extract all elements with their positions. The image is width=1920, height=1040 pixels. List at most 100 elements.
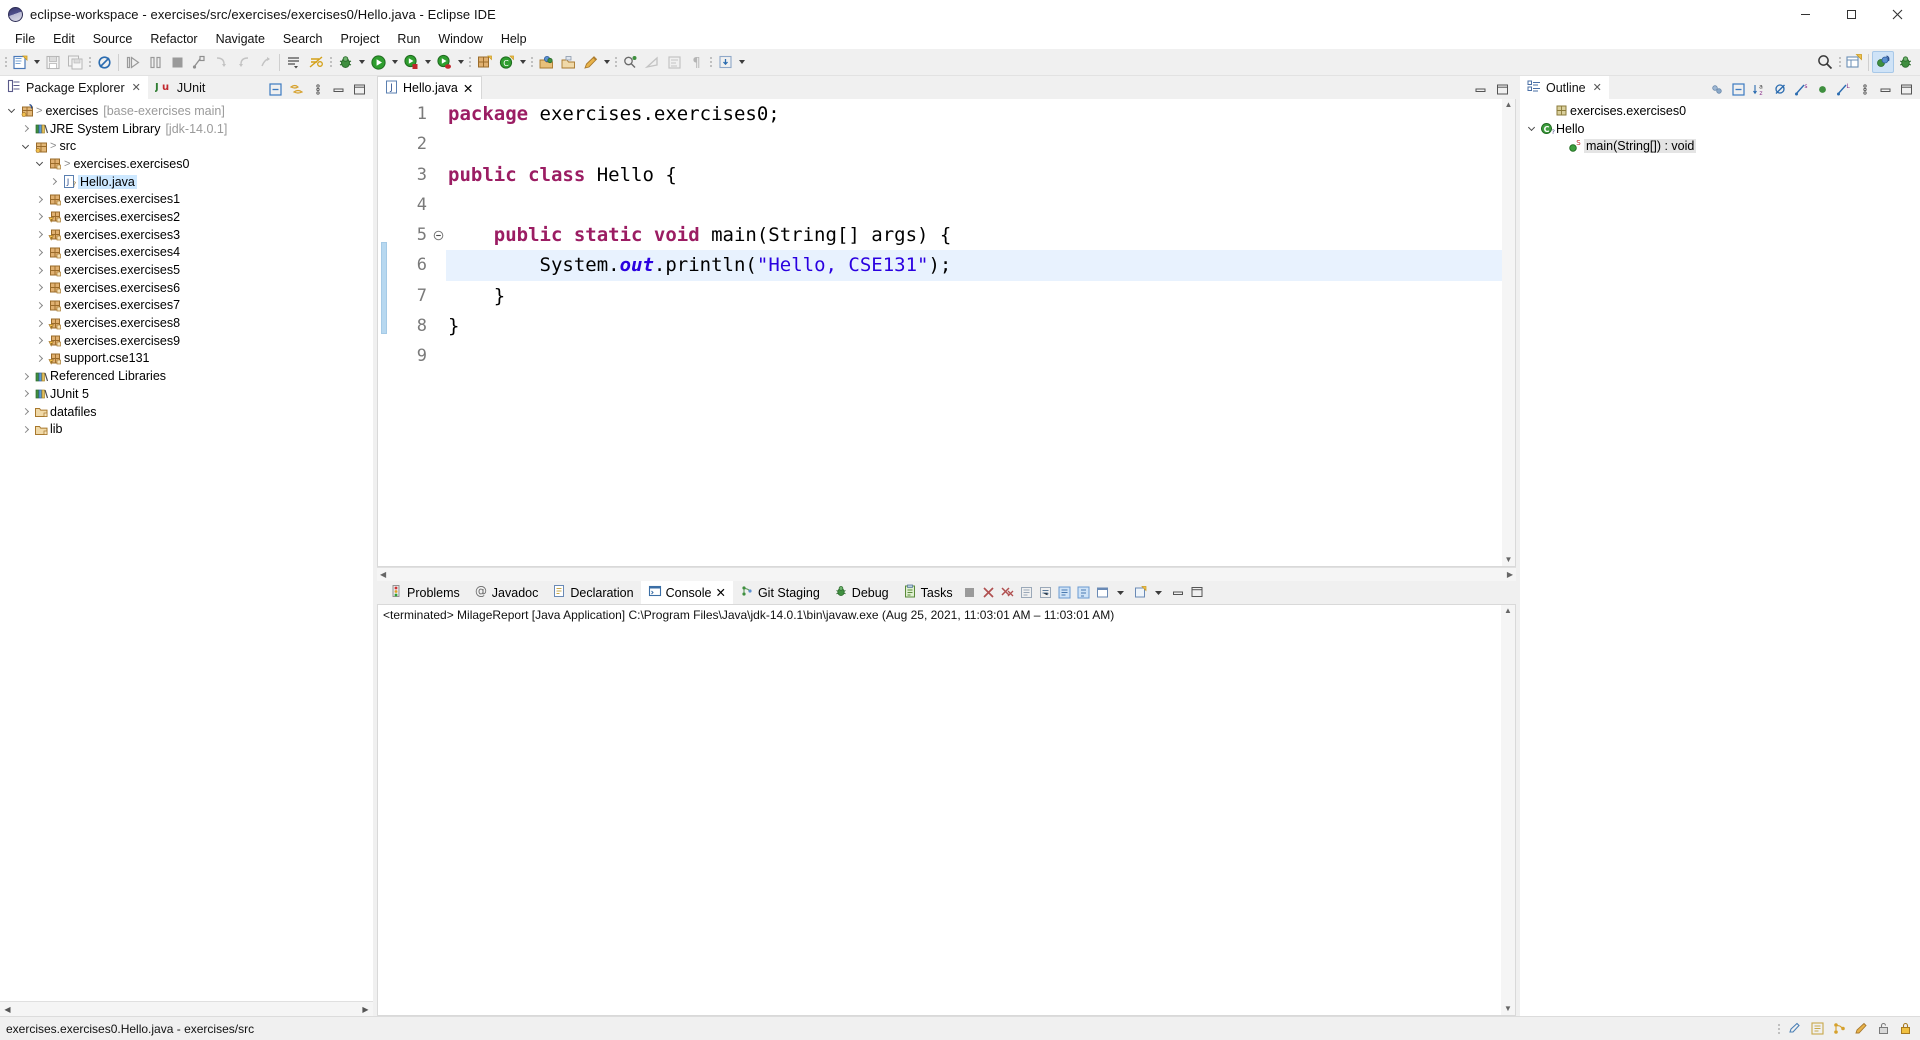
- new-wizard-dropdown-icon[interactable]: [31, 51, 42, 73]
- chevron-right-icon[interactable]: [18, 427, 33, 432]
- fold-collapse-icon[interactable]: [433, 220, 446, 250]
- debug-pause-icon[interactable]: [144, 51, 166, 73]
- menu-run[interactable]: Run: [388, 30, 429, 48]
- tab-debug[interactable]: Debug: [827, 581, 896, 604]
- minimize-icon[interactable]: [1782, 0, 1828, 28]
- run-icon[interactable]: [367, 51, 389, 73]
- tree-item[interactable]: exercises.exercises2: [0, 208, 373, 226]
- new-java-package-icon[interactable]: [473, 51, 495, 73]
- link-with-editor-icon[interactable]: [93, 51, 115, 73]
- chevron-right-icon[interactable]: [32, 268, 47, 273]
- restore-dropdown-icon[interactable]: [736, 51, 747, 73]
- scroll-left-icon[interactable]: ◀: [378, 569, 388, 581]
- perspective-drag-handle[interactable]: [1836, 52, 1843, 72]
- lock-icon[interactable]: [1897, 1020, 1914, 1037]
- editor-hscrollbar[interactable]: ◀ ▶: [377, 567, 1516, 581]
- pencil-dropdown-icon[interactable]: [601, 51, 612, 73]
- word-wrap-icon[interactable]: [1036, 583, 1055, 602]
- new-perspective-icon[interactable]: [1843, 51, 1865, 73]
- menu-help[interactable]: Help: [492, 30, 536, 48]
- chevron-right-icon[interactable]: [32, 232, 47, 237]
- tree-item[interactable]: > src: [0, 137, 373, 155]
- coverage-dropdown-icon[interactable]: [422, 51, 433, 73]
- menu-refactor[interactable]: Refactor: [141, 30, 206, 48]
- editor-canvas[interactable]: 1 2 3 4 5 6 7 8 9 package exercises.exercises0; …: [377, 99, 1516, 567]
- scroll-down-icon[interactable]: ▼: [1503, 554, 1515, 566]
- toolbar-drag-handle-6[interactable]: [612, 52, 619, 72]
- profile-icon[interactable]: [433, 51, 455, 73]
- tree-item[interactable]: > exercises [base-exercises main]: [0, 102, 373, 120]
- chevron-right-icon[interactable]: [18, 391, 33, 396]
- tree-item[interactable]: exercises.exercises5: [0, 261, 373, 279]
- chevron-right-icon[interactable]: [32, 338, 47, 343]
- sort-alphabetically-icon[interactable]: az: [1750, 80, 1769, 99]
- step-into-icon[interactable]: [210, 51, 232, 73]
- chevron-down-icon[interactable]: [32, 162, 47, 165]
- maximize-console-icon[interactable]: [1188, 583, 1207, 602]
- remove-all-terminated-icon[interactable]: [998, 583, 1017, 602]
- new-java-class-icon[interactable]: C: [495, 51, 517, 73]
- chevron-right-icon[interactable]: [46, 179, 61, 184]
- debug-perspective-icon[interactable]: [1894, 51, 1916, 73]
- maximize-icon[interactable]: [1828, 0, 1874, 28]
- code-line[interactable]: System.out.println("Hello, CSE131");: [446, 250, 1502, 281]
- tree-item[interactable]: exercises.exercises4: [0, 244, 373, 262]
- terminate-icon[interactable]: [960, 583, 979, 602]
- save-all-icon[interactable]: [64, 51, 86, 73]
- editor-code[interactable]: package exercises.exercises0; public cla…: [446, 99, 1502, 566]
- tab-console[interactable]: Console ✕: [640, 581, 733, 604]
- show-whitespace-icon[interactable]: ¶: [685, 51, 707, 73]
- close-icon[interactable]: ✕: [463, 81, 473, 96]
- scroll-left-icon[interactable]: ◀: [1, 1003, 14, 1016]
- toolbar-drag-handle[interactable]: [2, 52, 9, 72]
- open-type-icon[interactable]: [535, 51, 557, 73]
- hide-non-public-icon[interactable]: [1813, 80, 1832, 99]
- debug-bug-icon[interactable]: [334, 51, 356, 73]
- tab-tasks[interactable]: Tasks: [896, 581, 960, 604]
- toolbar-drag-handle-2[interactable]: [86, 52, 93, 72]
- open-console-icon[interactable]: [1093, 583, 1112, 602]
- chevron-down-icon[interactable]: [1524, 127, 1539, 130]
- package-explorer-hscrollbar[interactable]: ◀ ▶: [0, 1001, 373, 1016]
- collapse-all-icon[interactable]: [266, 80, 285, 99]
- code-line[interactable]: [446, 129, 1502, 159]
- menu-window[interactable]: Window: [429, 30, 491, 48]
- scroll-right-icon[interactable]: ▶: [1505, 569, 1515, 581]
- console-vscrollbar[interactable]: ▲ ▼: [1501, 605, 1515, 1015]
- tree-item[interactable]: exercises.exercises8: [0, 314, 373, 332]
- pencil-edit-icon[interactable]: [579, 51, 601, 73]
- menu-search[interactable]: Search: [274, 30, 332, 48]
- quick-access-search-icon[interactable]: [1814, 51, 1836, 73]
- display-selected-console-icon[interactable]: [1074, 583, 1093, 602]
- tree-item[interactable]: J? Hello.java: [0, 173, 373, 191]
- editor-marker-bar[interactable]: [378, 99, 391, 566]
- scroll-down-icon[interactable]: ▼: [1502, 1003, 1514, 1015]
- skip-breakpoints-icon[interactable]: [305, 51, 327, 73]
- tab-problems[interactable]: Problems: [382, 581, 467, 604]
- tree-item[interactable]: lib: [0, 420, 373, 438]
- unlock-icon[interactable]: [1875, 1020, 1892, 1037]
- code-line[interactable]: }: [446, 311, 1502, 341]
- restore-icon[interactable]: [714, 51, 736, 73]
- smart-insert-icon[interactable]: [1809, 1020, 1826, 1037]
- chevron-right-icon[interactable]: [18, 374, 33, 379]
- debug-disconnect-icon[interactable]: [188, 51, 210, 73]
- package-explorer-tree[interactable]: > exercises [base-exercises main] JRE Syste…: [0, 99, 373, 1001]
- profile-dropdown-icon[interactable]: [455, 51, 466, 73]
- console-body[interactable]: <terminated> MilageReport [Java Applicat…: [377, 604, 1516, 1016]
- tree-item[interactable]: datafiles: [0, 403, 373, 421]
- maximize-view-icon[interactable]: [350, 80, 369, 99]
- tree-item[interactable]: exercises.exercises7: [0, 297, 373, 315]
- close-icon[interactable]: ✕: [132, 81, 141, 94]
- search-declaration-icon[interactable]: [619, 51, 641, 73]
- tree-item[interactable]: exercises.exercises1: [0, 190, 373, 208]
- close-icon[interactable]: [1874, 0, 1920, 28]
- link-with-editor-icon[interactable]: [287, 80, 306, 99]
- tree-item[interactable]: exercises.exercises9: [0, 332, 373, 350]
- menu-file[interactable]: File: [6, 30, 44, 48]
- scroll-up-icon[interactable]: ▲: [1502, 605, 1514, 617]
- toolbar-drag-handle-7[interactable]: [707, 52, 714, 72]
- toolbar-drag-handle-5[interactable]: [528, 52, 535, 72]
- debug-terminate-icon[interactable]: [166, 51, 188, 73]
- collapse-all-icon[interactable]: [1729, 80, 1748, 99]
